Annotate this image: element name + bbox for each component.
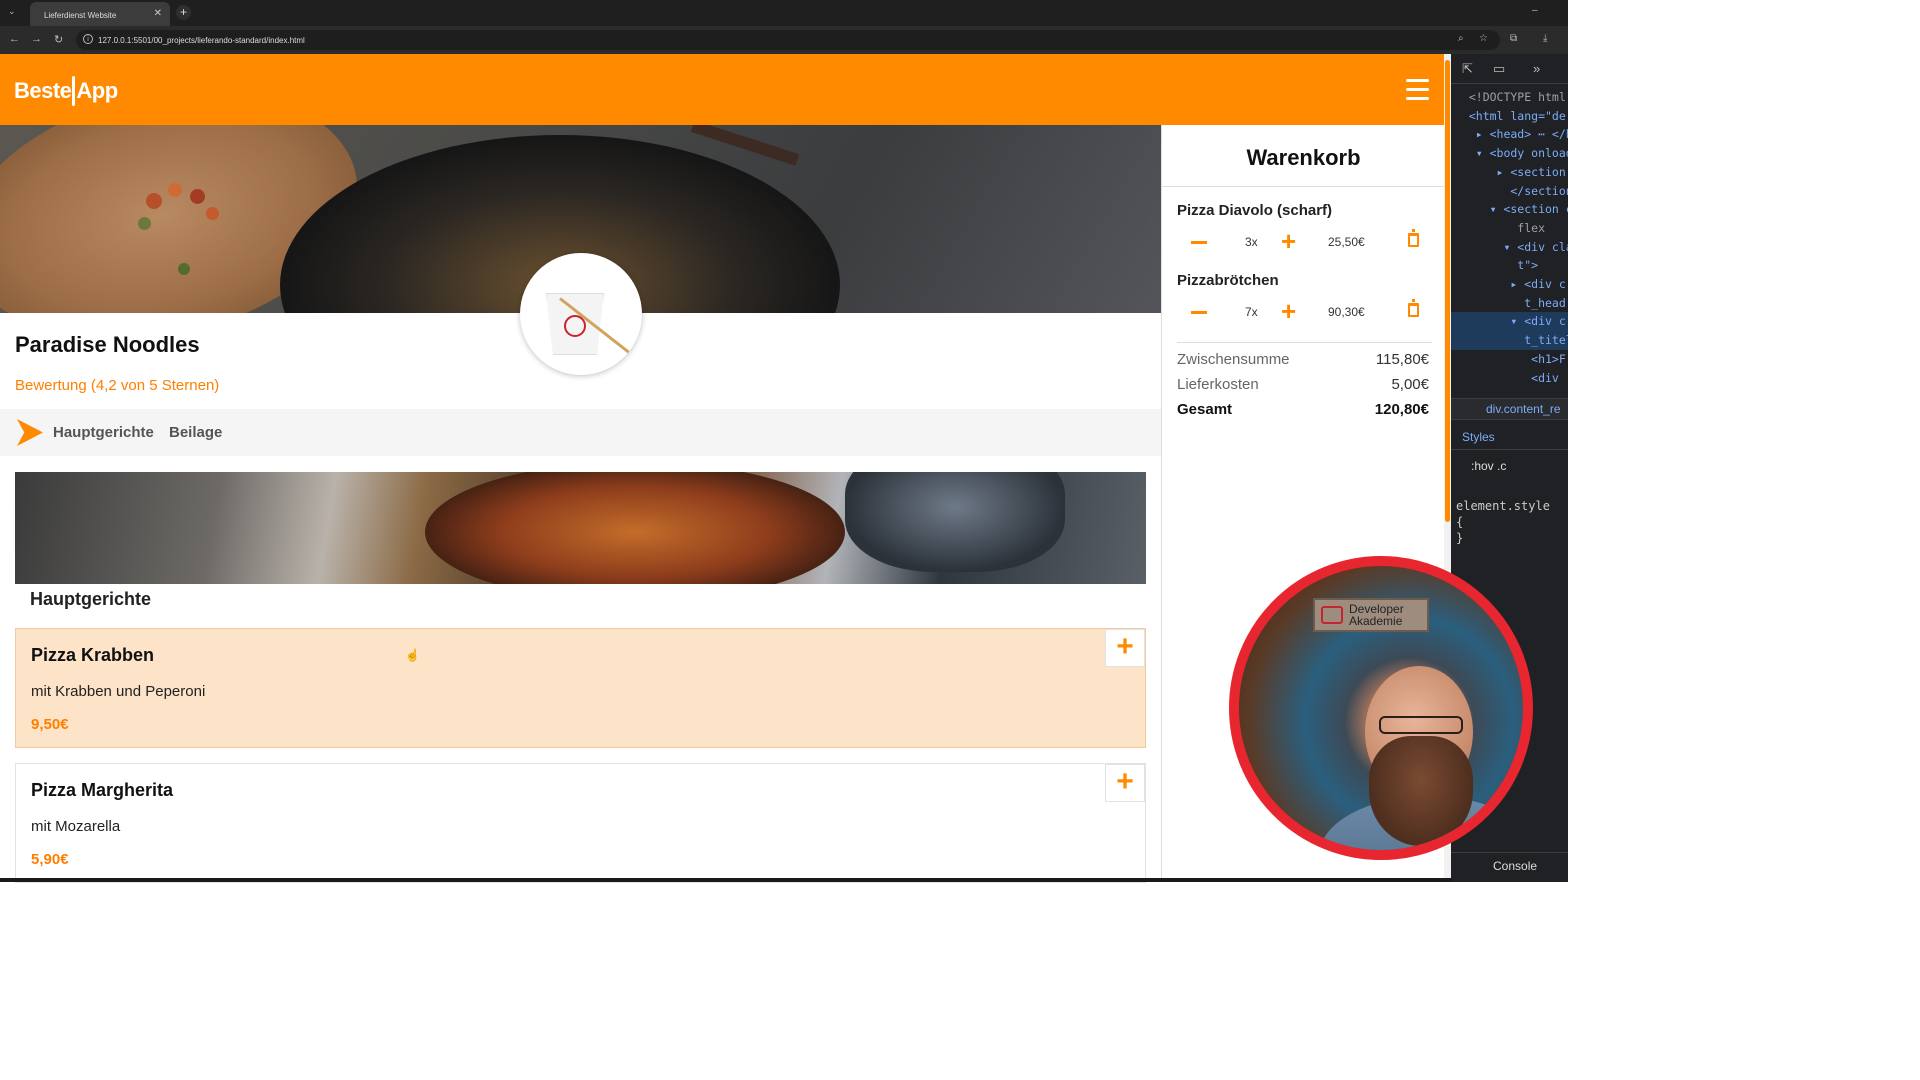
zoom-icon[interactable]: ⌕	[1458, 33, 1464, 44]
dish-price: 5,90€	[31, 851, 69, 868]
basket-item-quantity: 7x	[1245, 305, 1258, 319]
devtools-subtabs: Styles	[1451, 424, 1568, 450]
basket-item-name: Pizza Diavolo (scharf)	[1177, 202, 1333, 219]
add-to-cart-button[interactable]: +	[1105, 629, 1145, 667]
dish-card[interactable]: Pizza Krabben mit Krabben und Peperoni 9…	[15, 628, 1146, 748]
increase-quantity-button[interactable]: +	[1281, 298, 1296, 324]
increase-quantity-button[interactable]: +	[1281, 228, 1296, 254]
site-info-icon[interactable]: i	[83, 34, 93, 44]
developer-akademie-sign: Developer Akademie	[1313, 598, 1429, 632]
category-nav: Hauptgerichte Beilage	[0, 409, 1161, 456]
berry	[146, 193, 162, 209]
trash-icon[interactable]	[1408, 229, 1419, 247]
extensions-icon[interactable]: ⧉	[1510, 33, 1517, 44]
dish-photo	[425, 472, 845, 584]
basket-item-name: Pizzabrötchen	[1177, 272, 1279, 289]
subtotal-value: 115,80€	[1375, 351, 1429, 368]
fork-icon	[72, 76, 76, 106]
bookmark-star-icon[interactable]: ☆	[1479, 33, 1488, 44]
basket-item-controls: 3x + 25,50€	[1177, 228, 1432, 254]
more-tabs-icon[interactable]: »	[1533, 61, 1540, 76]
berry	[178, 263, 190, 275]
dish-name: Pizza Krabben	[31, 645, 155, 665]
restaurant-logo	[520, 253, 642, 375]
browser-tab-bar: ⌄ Lieferdienst Website ✕ + –	[0, 0, 1568, 26]
devtools-toolbar: ⇱ ▭ »	[1451, 54, 1568, 84]
decrease-quantity-button[interactable]	[1191, 241, 1207, 244]
total-label: Gesamt	[1177, 401, 1233, 418]
close-tab-icon[interactable]: ✕	[154, 8, 162, 19]
category-link-beilage[interactable]: Beilage	[169, 424, 222, 441]
add-to-cart-button[interactable]: +	[1105, 764, 1145, 802]
basket-item-quantity: 3x	[1245, 235, 1258, 249]
console-tab[interactable]: Console	[1451, 852, 1568, 882]
plate-photo	[845, 472, 1065, 572]
berry	[206, 207, 219, 220]
subtotal-label: Zwischensumme	[1177, 351, 1290, 368]
presenter-beard	[1369, 736, 1473, 846]
berry	[190, 189, 205, 204]
restaurant-name: Paradise Noodles	[15, 332, 200, 357]
delivery-label: Lieferkosten	[1177, 376, 1259, 393]
dish-description: mit Krabben und Peperoni	[31, 683, 206, 700]
mouse-cursor-icon: ☝	[405, 648, 420, 662]
berry	[138, 217, 151, 230]
presenter-glasses	[1379, 716, 1463, 734]
category-banner-image	[15, 472, 1146, 584]
sign-text-line2: Akademie	[1349, 614, 1403, 628]
bestell-app-logo[interactable]: Beste App	[14, 76, 118, 106]
device-toolbar-icon[interactable]: ▭	[1493, 61, 1505, 77]
styles-pane[interactable]: element.style { }	[1456, 498, 1550, 546]
restaurant-rating: Bewertung (4,2 von 5 Sternen)	[15, 377, 220, 394]
basket-title: Warenkorb	[1162, 125, 1445, 187]
tab-title: Lieferdienst Website	[44, 11, 117, 20]
url-text: 127.0.0.1:5501/00_projects/lieferando-st…	[98, 36, 305, 45]
code-icon	[1321, 606, 1343, 624]
basket-item-price: 25,50€	[1328, 235, 1365, 249]
browser-tab[interactable]: Lieferdienst Website ✕	[30, 2, 170, 26]
trash-icon[interactable]	[1408, 299, 1419, 317]
minimize-icon[interactable]: –	[1532, 5, 1538, 16]
styles-filter[interactable]: :hov .c	[1451, 454, 1568, 480]
elements-tree[interactable]: <!DOCTYPE html <html lang="de ▸ <head> ⋯…	[1455, 88, 1568, 387]
address-bar: ← → ↻ i 127.0.0.1:5501/00_projects/liefe…	[0, 26, 1568, 54]
site-header: Beste App	[0, 54, 1451, 125]
scrollbar-thumb[interactable]	[1445, 60, 1450, 522]
url-field[interactable]: i 127.0.0.1:5501/00_projects/lieferando-…	[76, 30, 1500, 50]
total-value: 120,80€	[1374, 401, 1429, 418]
divider	[1177, 342, 1432, 343]
forward-icon[interactable]: →	[31, 33, 42, 45]
tab-styles[interactable]: Styles	[1462, 430, 1495, 444]
arrow-right-icon	[17, 419, 43, 446]
dish-description: mit Mozarella	[31, 818, 121, 835]
delivery-value: 5,00€	[1391, 376, 1429, 393]
delivery-row: Lieferkosten 5,00€	[1177, 376, 1429, 393]
total-row: Gesamt 120,80€	[1177, 401, 1429, 418]
webcam-overlay: Developer Akademie	[1229, 556, 1533, 860]
decrease-quantity-button[interactable]	[1191, 311, 1207, 314]
hamburger-menu-icon[interactable]	[1406, 79, 1429, 100]
inspect-element-icon[interactable]: ⇱	[1462, 61, 1473, 77]
download-icon[interactable]: ⤓	[1543, 33, 1547, 44]
back-icon[interactable]: ←	[9, 33, 20, 45]
tab-list-icon[interactable]: ⌄	[8, 6, 16, 17]
logo-text-right: App	[76, 78, 118, 103]
dish-price: 9,50€	[31, 716, 69, 733]
new-tab-button[interactable]: +	[176, 5, 191, 20]
dish-name: Pizza Margherita	[31, 780, 174, 800]
logo-text-left: Beste	[14, 78, 72, 103]
section-title: Hauptgerichte	[30, 589, 152, 609]
subtotal-row: Zwischensumme 115,80€	[1177, 351, 1429, 368]
basket-item-price: 90,30€	[1328, 305, 1365, 319]
basket-item-controls: 7x + 90,30€	[1177, 298, 1432, 324]
dom-breadcrumb[interactable]: div.content_re	[1451, 398, 1568, 420]
dish-card[interactable]: Pizza Margherita mit Mozarella 5,90€ +	[15, 763, 1146, 883]
berry	[168, 183, 182, 197]
category-link-hauptgerichte[interactable]: Hauptgerichte	[53, 424, 154, 441]
reload-icon[interactable]: ↻	[54, 33, 63, 46]
taskbar-edge	[0, 878, 1451, 882]
